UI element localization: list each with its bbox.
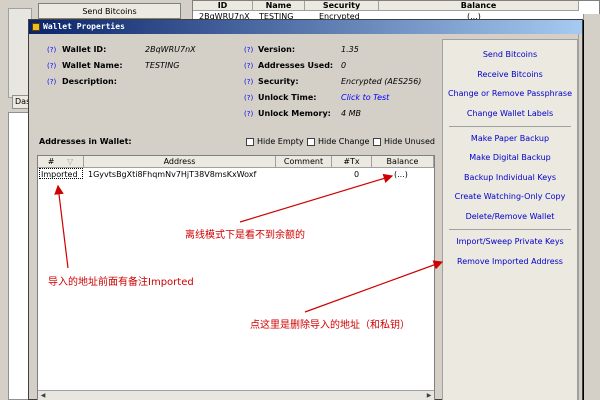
hide-change-checkbox[interactable]: Hide Change bbox=[307, 137, 369, 146]
header-tx[interactable]: #Tx bbox=[332, 156, 372, 168]
address-row-balance[interactable]: (...) bbox=[394, 169, 434, 180]
addresses-heading: Addresses in Wallet: bbox=[39, 137, 132, 146]
help-icon[interactable]: (?) bbox=[47, 78, 56, 86]
security-value: Encrypted (AES256) bbox=[341, 77, 422, 86]
separator bbox=[449, 229, 571, 230]
header-balance[interactable]: Balance bbox=[372, 156, 434, 168]
wallet-actions-panel: Send Bitcoins Receive Bitcoins Change or… bbox=[442, 39, 578, 400]
addresses-used-value: 0 bbox=[341, 61, 347, 70]
hide-unused-checkbox[interactable]: Hide Unused bbox=[373, 137, 435, 146]
unlock-memory-value: 4 MB bbox=[341, 109, 362, 118]
scroll-right-icon[interactable]: ▶ bbox=[425, 392, 433, 400]
header-address[interactable]: Address bbox=[84, 156, 276, 168]
checkbox-box[interactable] bbox=[307, 137, 315, 146]
hide-empty-checkbox[interactable]: Hide Empty bbox=[246, 137, 304, 146]
address-row-address[interactable]: 1GyvtsBgXti8FhqmNv7HjT38V8msKxWoxf bbox=[88, 169, 278, 180]
wallet-id-label: Wallet ID: bbox=[62, 45, 107, 54]
address-row-comment[interactable] bbox=[278, 169, 332, 180]
help-icon[interactable]: (?) bbox=[47, 46, 56, 54]
wallet-icon bbox=[32, 23, 40, 31]
hide-empty-label: Hide Empty bbox=[257, 137, 304, 146]
wallet-name-value: TESTING bbox=[145, 61, 180, 70]
wallet-table-header-id[interactable]: ID bbox=[193, 1, 253, 11]
version-label: Version: bbox=[258, 45, 296, 54]
wallet-table-header-name[interactable]: Name bbox=[253, 1, 305, 11]
backup-keys-button[interactable]: Backup Individual Keys bbox=[443, 171, 577, 185]
dialog-right-edge bbox=[578, 34, 582, 400]
checkbox-box[interactable] bbox=[373, 137, 381, 146]
wallet-table-header-security[interactable]: Security bbox=[305, 1, 379, 11]
help-icon[interactable]: (?) bbox=[244, 110, 253, 118]
remove-imported-address-button[interactable]: Remove Imported Address bbox=[443, 255, 577, 269]
horizontal-scrollbar[interactable]: ◀ ▶ bbox=[38, 390, 434, 400]
delete-imported-note: 点这里是删除导入的地址（和私钥） bbox=[250, 320, 410, 331]
description-label: Description: bbox=[62, 77, 117, 86]
bg-scrollbar[interactable] bbox=[583, 14, 600, 400]
hide-unused-label: Hide Unused bbox=[384, 137, 435, 146]
header-num-label: # bbox=[47, 157, 55, 166]
address-row-tx[interactable]: 0 bbox=[354, 169, 372, 180]
filter-icon: ▽ bbox=[67, 157, 74, 166]
dialog-titlebar[interactable]: Wallet Properties bbox=[29, 20, 582, 34]
hide-change-label: Hide Change bbox=[318, 137, 370, 146]
wallet-name-label: Wallet Name: bbox=[62, 61, 123, 70]
help-icon[interactable]: (?) bbox=[244, 78, 253, 86]
change-passphrase-button[interactable]: Change or Remove Passphrase bbox=[443, 87, 577, 101]
addresses-used-label: Addresses Used: bbox=[258, 61, 334, 70]
wallet-table-header-balance[interactable]: Balance bbox=[379, 1, 579, 11]
help-icon[interactable]: (?) bbox=[244, 94, 253, 102]
watching-only-copy-button[interactable]: Create Watching-Only Copy bbox=[443, 190, 577, 204]
change-labels-button[interactable]: Change Wallet Labels bbox=[443, 107, 577, 121]
version-value: 1.35 bbox=[341, 45, 359, 54]
unlock-time-label: Unlock Time: bbox=[258, 93, 317, 102]
security-label: Security: bbox=[258, 77, 299, 86]
header-num[interactable]: # ▽ bbox=[38, 156, 84, 168]
scroll-left-icon[interactable]: ◀ bbox=[39, 392, 47, 400]
digital-backup-button[interactable]: Make Digital Backup bbox=[443, 151, 577, 165]
help-icon[interactable]: (?) bbox=[244, 46, 253, 54]
unlock-memory-label: Unlock Memory: bbox=[258, 109, 331, 118]
address-row-imported[interactable]: Imported bbox=[41, 169, 85, 180]
checkbox-box[interactable] bbox=[246, 137, 254, 146]
separator bbox=[449, 126, 571, 127]
wallet-properties-dialog: Wallet Properties (?) Wallet ID: 2BqWRU7… bbox=[28, 19, 583, 400]
bg-send-bitcoins-button[interactable]: Send Bitcoins bbox=[38, 3, 181, 19]
send-bitcoins-button[interactable]: Send Bitcoins bbox=[443, 48, 577, 62]
unlock-time-test-link[interactable]: Click to Test bbox=[341, 93, 389, 102]
receive-bitcoins-button[interactable]: Receive Bitcoins bbox=[443, 68, 577, 82]
offline-balance-note: 离线模式下是看不到余额的 bbox=[185, 230, 305, 241]
wallet-id-value: 2BqWRU7nX bbox=[145, 45, 196, 54]
dialog-title: Wallet Properties bbox=[43, 22, 125, 31]
help-icon[interactable]: (?) bbox=[47, 62, 56, 70]
help-icon[interactable]: (?) bbox=[244, 62, 253, 70]
imported-address-note: 导入的地址前面有备注Imported bbox=[48, 277, 194, 288]
paper-backup-button[interactable]: Make Paper Backup bbox=[443, 132, 577, 146]
delete-wallet-button[interactable]: Delete/Remove Wallet bbox=[443, 210, 577, 224]
import-sweep-button[interactable]: Import/Sweep Private Keys bbox=[443, 235, 577, 249]
header-comment[interactable]: Comment bbox=[276, 156, 332, 168]
